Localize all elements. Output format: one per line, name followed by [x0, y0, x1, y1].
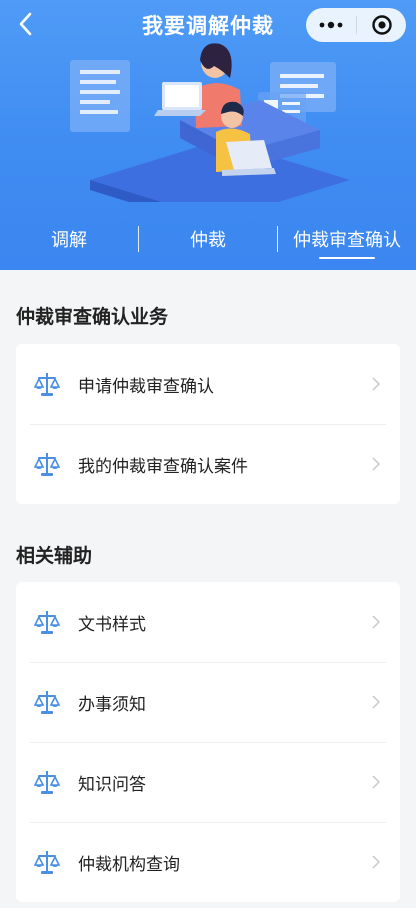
chevron-right-icon	[364, 615, 388, 629]
scales-icon	[30, 367, 64, 401]
active-tab-indicator	[319, 257, 375, 259]
list-item-apply-review[interactable]: 申请仲裁审查确认	[16, 344, 400, 424]
review-business-card: 申请仲裁审查确认 我的仲裁审查确认案件	[16, 344, 400, 504]
list-item-label: 知识问答	[78, 774, 146, 795]
scales-icon	[30, 845, 64, 879]
chevron-right-icon	[364, 377, 388, 391]
related-assistance-card: 文书样式 办事须知 知识问答 仲裁机构查询	[16, 582, 400, 902]
list-item-faq[interactable]: 知识问答	[16, 742, 400, 822]
tab-bar: 调解 仲裁 仲裁审查确认	[0, 214, 416, 264]
target-close-icon	[371, 15, 392, 35]
list-item-guidelines[interactable]: 办事须知	[16, 662, 400, 742]
tab-label: 仲裁	[190, 230, 226, 251]
chevron-right-icon	[364, 457, 388, 471]
list-item-arbitration-institution-search[interactable]: 仲裁机构查询	[16, 822, 400, 902]
tab-arbitration[interactable]: 仲裁	[139, 214, 277, 264]
scales-icon	[30, 685, 64, 719]
section-title-related-assistance: 相关辅助	[16, 545, 93, 567]
list-item-label: 文书样式	[78, 614, 146, 635]
list-item-my-review-cases[interactable]: 我的仲裁审查确认案件	[16, 424, 400, 504]
chevron-right-icon	[364, 855, 388, 869]
list-item-label: 申请仲裁审查确认	[78, 376, 214, 397]
hero-banner: 我要调解仲裁 调解 仲裁 仲裁审查确认	[0, 0, 416, 270]
more-dots-icon	[319, 21, 343, 29]
list-item-label: 仲裁机构查询	[78, 854, 180, 875]
tab-label: 调解	[51, 230, 87, 251]
chevron-right-icon	[364, 775, 388, 789]
tab-label: 仲裁审查确认	[293, 230, 401, 251]
tab-mediation[interactable]: 调解	[0, 214, 138, 264]
scales-icon	[30, 447, 64, 481]
back-button[interactable]	[12, 10, 40, 38]
section-title-review-business: 仲裁审查确认业务	[16, 306, 169, 328]
list-item-label: 办事须知	[78, 694, 146, 715]
tab-arbitration-review[interactable]: 仲裁审查确认	[278, 214, 416, 264]
chevron-right-icon	[364, 695, 388, 709]
chevron-left-icon	[19, 12, 32, 36]
hero-illustration	[70, 43, 350, 202]
scales-icon	[30, 765, 64, 799]
list-item-document-templates[interactable]: 文书样式	[16, 582, 400, 662]
list-item-label: 我的仲裁审查确认案件	[78, 456, 248, 477]
scales-icon	[30, 605, 64, 639]
